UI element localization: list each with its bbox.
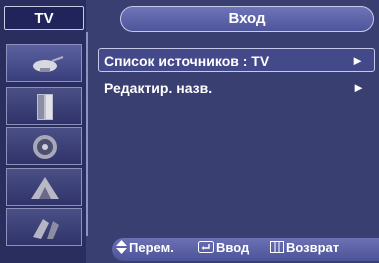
chevron-right-icon: ►: [351, 53, 364, 68]
antenna-icon: [33, 56, 64, 72]
picture-icon: [37, 94, 53, 120]
menu-item-edit-name[interactable]: Редактир. назв. ►: [98, 76, 375, 100]
page-title: Вход: [120, 6, 374, 32]
enter-hint: Ввод: [198, 236, 249, 259]
chevron-right-icon: ►: [352, 80, 365, 95]
enter-icon: [198, 236, 214, 259]
up-down-icon: [116, 236, 127, 259]
move-label: Перем.: [129, 240, 174, 255]
tv-tab[interactable]: TV: [4, 6, 84, 30]
menu-item-label: Список источников : TV: [104, 53, 270, 69]
return-icon: [270, 236, 284, 259]
enter-label: Ввод: [216, 240, 250, 255]
help-bar: Перем. Ввод Возврат: [86, 236, 379, 263]
sidebar-item-sound[interactable]: [6, 127, 82, 165]
channel-icon: [31, 177, 59, 199]
return-label: Возврат: [286, 240, 340, 255]
menu-item-label: Редактир. назв.: [104, 80, 213, 96]
sidebar-item-input[interactable]: [6, 44, 82, 82]
sidebar-item-setup[interactable]: [6, 208, 82, 246]
sidebar-item-channel[interactable]: [6, 168, 82, 206]
setup-icon: [33, 219, 59, 239]
speaker-icon: [33, 135, 57, 159]
menu-content: Список источников : TV ► Редактир. назв.…: [86, 32, 379, 236]
osd-panel: TV Вход Список источников: TV ► Редакти…: [0, 0, 379, 263]
menu-item-source-list[interactable]: Список источников : TV ►: [98, 48, 375, 72]
move-hint: Перем.: [116, 236, 174, 259]
sidebar: TV: [0, 0, 86, 263]
return-hint: Возврат: [270, 236, 339, 259]
sidebar-item-picture[interactable]: [6, 87, 82, 125]
